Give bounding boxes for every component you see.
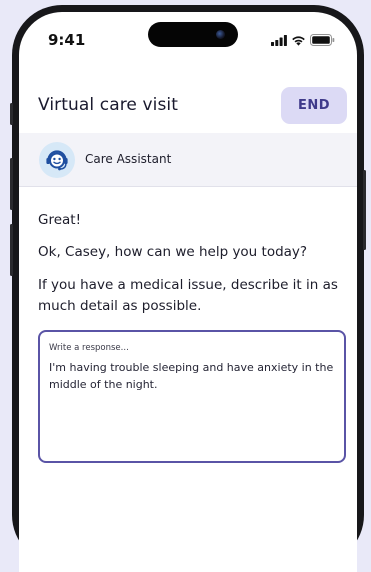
battery-icon	[310, 34, 335, 46]
response-input[interactable]: Write a response... I'm having trouble s…	[38, 330, 346, 463]
page-title: Virtual care visit	[38, 95, 179, 115]
signal-icon	[271, 34, 287, 46]
chat-message: If you have a medical issue, describe it…	[38, 277, 338, 314]
phone-side-button	[363, 170, 366, 250]
status-icons	[271, 34, 335, 46]
assistant-name: Care Assistant	[85, 152, 172, 166]
dynamic-island	[148, 22, 238, 47]
response-text: I'm having trouble sleeping and have anx…	[49, 361, 334, 391]
headset-agent-icon	[46, 150, 68, 171]
visit-header: Virtual care visit END	[19, 87, 357, 132]
assistant-bar: Care Assistant	[19, 133, 357, 187]
avatar	[39, 142, 75, 178]
end-visit-button[interactable]: END	[281, 87, 347, 124]
phone-screen: 9:41 Virtual care visit END Care Assista…	[19, 12, 357, 572]
response-placeholder: Write a response...	[49, 343, 129, 353]
status-bar: 9:41	[19, 12, 357, 72]
chat-message: Ok, Casey, how can we help you today?	[38, 244, 308, 260]
phone-side-button	[10, 158, 13, 210]
camera-icon	[216, 30, 225, 39]
wifi-icon	[292, 35, 305, 46]
phone-side-button	[10, 103, 13, 125]
status-time: 9:41	[48, 31, 86, 49]
chat-message: Great!	[38, 212, 81, 228]
phone-side-button	[10, 224, 13, 276]
